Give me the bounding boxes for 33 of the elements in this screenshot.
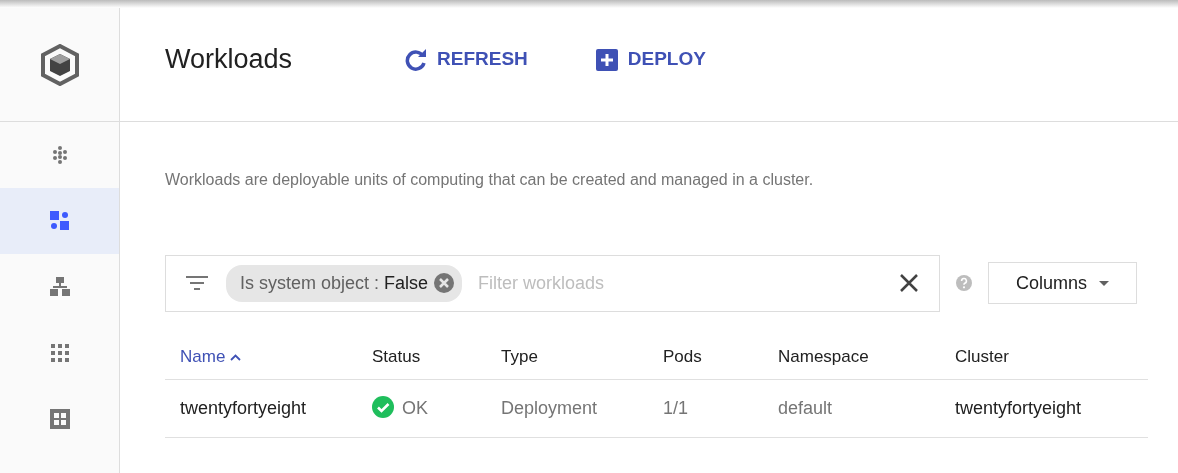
tiles-icon bbox=[49, 409, 70, 429]
workload-link[interactable]: twentyfortyeight bbox=[180, 398, 307, 419]
caret-icon bbox=[1099, 280, 1109, 286]
column-header[interactable]: Cluster bbox=[955, 346, 1009, 366]
table-cell: default bbox=[778, 398, 833, 419]
remove-chip-icon[interactable] bbox=[434, 273, 455, 294]
cube-logo-icon bbox=[39, 43, 80, 86]
workloads-icon bbox=[49, 211, 70, 231]
sort-ascending-icon[interactable] bbox=[230, 353, 242, 361]
columns-dropdown[interactable]: Columns bbox=[988, 262, 1137, 305]
filter-icon bbox=[186, 276, 208, 291]
column-header[interactable]: Name bbox=[180, 346, 226, 366]
deploy-button[interactable]: DEPLOY bbox=[595, 45, 706, 74]
table-cell: twentyfortyeight bbox=[955, 398, 1082, 419]
table-cell: 1/1 bbox=[663, 398, 689, 419]
table-cell: Deployment bbox=[501, 398, 598, 419]
refresh-button[interactable]: REFRESH bbox=[405, 45, 528, 74]
dots-icon bbox=[50, 146, 69, 164]
page-title: Workloads bbox=[165, 43, 294, 76]
column-header[interactable]: Status bbox=[372, 346, 421, 366]
status-text: OK bbox=[402, 398, 428, 419]
clear-icon[interactable] bbox=[899, 273, 919, 294]
grid-icon bbox=[50, 344, 69, 362]
column-header[interactable]: Namespace bbox=[778, 346, 869, 366]
hierarchy-icon bbox=[49, 277, 70, 297]
sidebar-item[interactable] bbox=[0, 188, 119, 254]
filter-chip[interactable]: Is system object : False bbox=[226, 264, 463, 302]
plus-box-icon bbox=[595, 48, 618, 71]
refresh-icon bbox=[405, 48, 427, 71]
description-text: Workloads are deployable units of computing that can be created and managed in a cluster. bbox=[165, 170, 815, 190]
filter-field[interactable]: Is system object : False Filter workloads bbox=[165, 254, 940, 312]
column-header[interactable]: Pods bbox=[663, 346, 702, 366]
column-header[interactable]: Type bbox=[501, 346, 538, 366]
